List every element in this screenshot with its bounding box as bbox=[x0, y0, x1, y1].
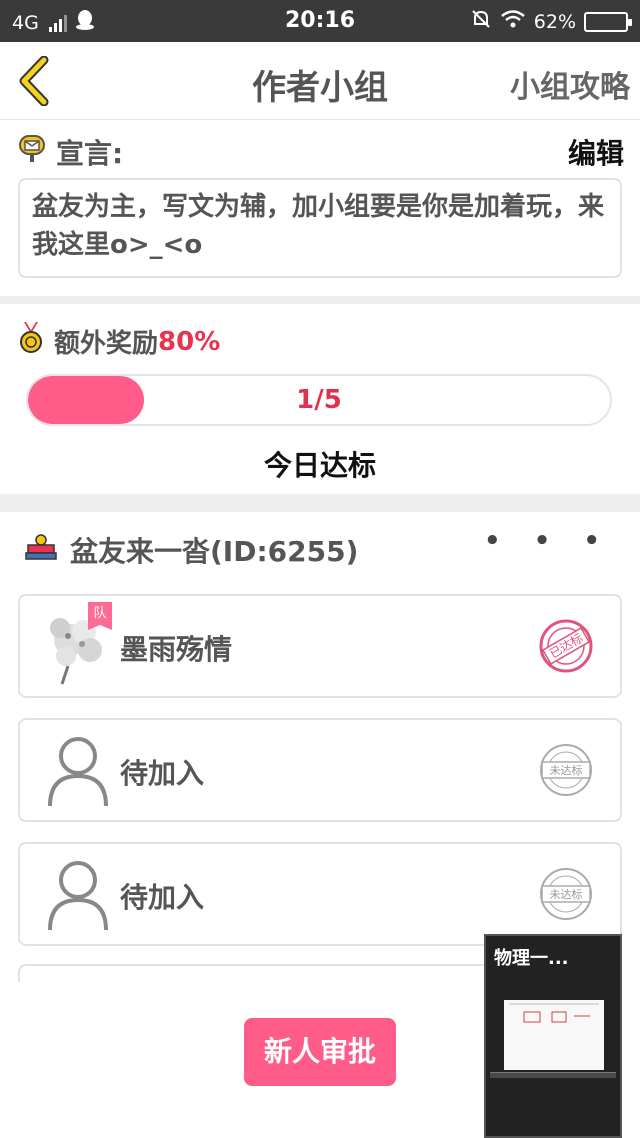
member-name: 待加入 bbox=[120, 881, 205, 914]
edit-button[interactable]: 编辑 bbox=[568, 132, 624, 172]
declaration-header: 宣言: bbox=[18, 132, 123, 172]
declaration-text: 盆友为主，写文为辅，加小组要是你是加着玩，来我这里o>_<o bbox=[18, 178, 622, 278]
group-name: 盆友来一沓(ID:6255) bbox=[70, 535, 359, 568]
member-card[interactable]: 队 墨雨殇情 已达标 bbox=[18, 594, 622, 698]
user-placeholder-icon bbox=[48, 861, 108, 931]
status-right: 62% bbox=[470, 8, 632, 35]
declaration-label: 宣言: bbox=[56, 137, 124, 170]
reward-status: 今日达标 bbox=[263, 449, 376, 482]
battery-percent: 62% bbox=[533, 10, 576, 33]
section-divider bbox=[0, 494, 640, 512]
member-name: 墨雨殇情 bbox=[120, 633, 233, 666]
group-header: 盆友来一沓(ID:6255) bbox=[24, 530, 358, 570]
stamp-label: 未达标 bbox=[549, 764, 583, 777]
member-avatar bbox=[38, 854, 118, 934]
member-avatar bbox=[38, 730, 118, 810]
group-icon bbox=[24, 533, 58, 568]
wifi-icon bbox=[500, 9, 526, 34]
silent-bell-icon bbox=[470, 8, 492, 35]
floating-video-title: 物理一... bbox=[494, 948, 569, 969]
reward-percent: 80% bbox=[158, 326, 221, 357]
more-options-button[interactable]: • • • bbox=[484, 526, 612, 556]
video-progress-bar[interactable] bbox=[490, 1072, 616, 1078]
reward-progress-bar: 1/5 bbox=[26, 374, 612, 426]
member-card[interactable]: 待加入 未达标 bbox=[18, 718, 622, 822]
stamp-label: 未达标 bbox=[549, 888, 583, 901]
status-bar: 4G 20:16 62% bbox=[0, 0, 640, 42]
user-placeholder-icon bbox=[48, 737, 108, 807]
reward-section: 额外奖励 80% 1/5 今日达标 bbox=[0, 304, 640, 494]
battery-icon bbox=[584, 11, 632, 32]
reward-label: 额外奖励 bbox=[54, 329, 159, 359]
app-header: 作者小组 小组攻略 bbox=[0, 42, 640, 120]
group-guide-link[interactable]: 小组攻略 bbox=[510, 62, 630, 106]
member-avatar: 队 bbox=[38, 602, 118, 686]
medal-icon bbox=[18, 322, 44, 361]
progress-text: 1/5 bbox=[296, 385, 342, 415]
video-frame bbox=[504, 1000, 604, 1070]
achieved-stamp-icon: 已达标 bbox=[538, 618, 594, 674]
member-card[interactable]: 待加入 未达标 bbox=[18, 842, 622, 946]
not-achieved-stamp-icon: 未达标 bbox=[538, 866, 594, 922]
declaration-section: 宣言: 编辑 盆友为主，写文为辅，加小组要是你是加着玩，来我这里o>_<o bbox=[0, 120, 640, 296]
group-section: 盆友来一沓(ID:6255) • • • 队 墨雨殇情 已达标 待加入 未达标 … bbox=[0, 512, 640, 982]
mailbox-icon bbox=[18, 134, 46, 171]
section-divider bbox=[0, 296, 640, 304]
reward-header: 额外奖励 80% bbox=[18, 322, 220, 361]
member-name: 待加入 bbox=[120, 757, 205, 790]
floating-video-window[interactable]: 物理一... bbox=[484, 934, 622, 1138]
new-member-approval-button[interactable]: 新人审批 bbox=[244, 1018, 396, 1086]
not-achieved-stamp-icon: 未达标 bbox=[538, 742, 594, 798]
